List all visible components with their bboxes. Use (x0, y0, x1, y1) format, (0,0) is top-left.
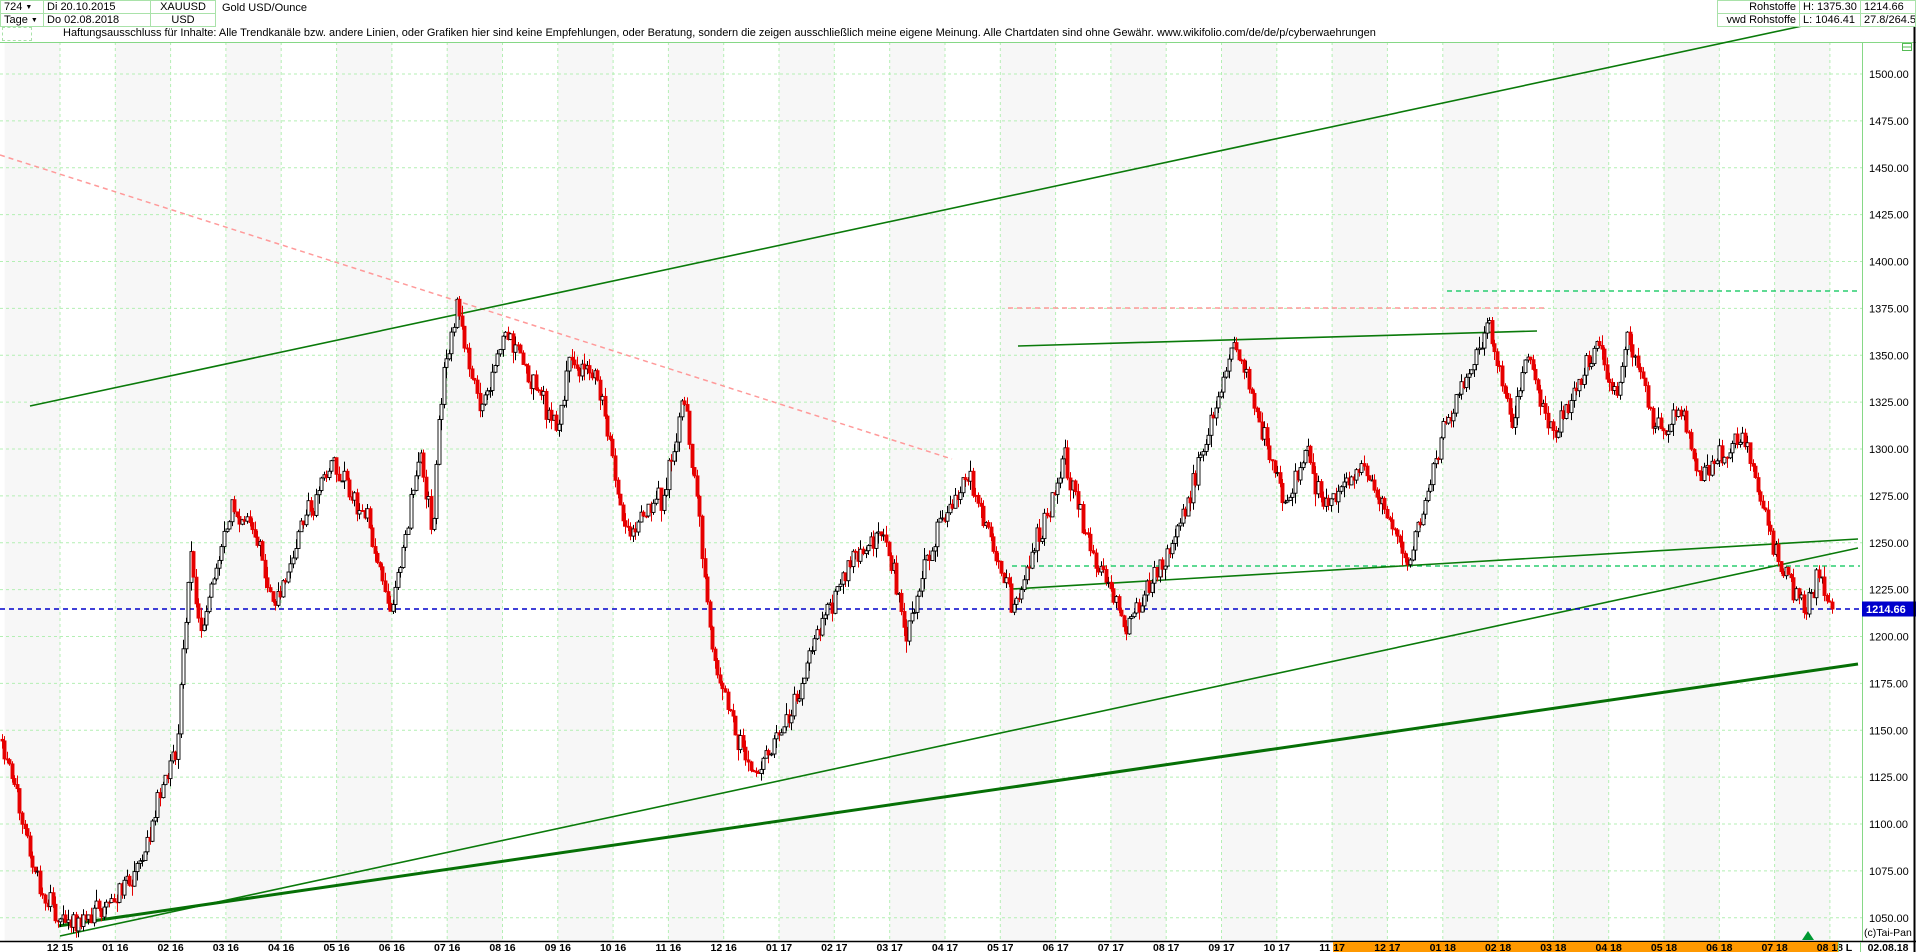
svg-text:1050.00: 1050.00 (1869, 913, 1909, 925)
svg-text:06 16: 06 16 (379, 942, 405, 952)
svg-text:04 17: 04 17 (932, 942, 958, 952)
svg-text:1500.00: 1500.00 (1869, 69, 1909, 81)
svg-text:12 17: 12 17 (1374, 942, 1400, 952)
svg-text:03 17: 03 17 (877, 942, 903, 952)
svg-text:1175.00: 1175.00 (1869, 678, 1908, 690)
svg-text:06 17: 06 17 (1042, 942, 1068, 952)
svg-text:06 18: 06 18 (1706, 942, 1732, 952)
svg-text:1275.00: 1275.00 (1869, 491, 1909, 503)
period-count-value: 724 (4, 1, 23, 13)
svg-text:1475.00: 1475.00 (1869, 116, 1909, 128)
svg-text:1425.00: 1425.00 (1869, 210, 1909, 222)
symbol-field[interactable]: XAUUSD (150, 0, 216, 14)
svg-text:1214.66: 1214.66 (1866, 604, 1906, 616)
svg-text:1100.00: 1100.00 (1869, 819, 1908, 831)
svg-text:08 17: 08 17 (1153, 942, 1179, 952)
svg-text:10 17: 10 17 (1264, 942, 1290, 952)
svg-text:1200.00: 1200.00 (1869, 632, 1909, 644)
svg-text:11 17: 11 17 (1319, 942, 1345, 952)
svg-text:1250.00: 1250.00 (1869, 538, 1909, 550)
disclaimer-text: Haftungsausschluss für Inhalte: Alle Tre… (63, 27, 1376, 39)
svg-text:1225.00: 1225.00 (1869, 585, 1909, 597)
svg-text:07 17: 07 17 (1098, 942, 1124, 952)
svg-text:05 16: 05 16 (323, 942, 349, 952)
svg-text:12 16: 12 16 (711, 942, 737, 952)
instrument-title: Gold USD/Ounce (222, 2, 307, 14)
svg-text:08 18: 08 18 (1817, 942, 1843, 952)
last-price-header: 1214.66 (1860, 0, 1916, 14)
chevron-down-icon: ▼ (25, 4, 33, 11)
svg-text:1075.00: 1075.00 (1869, 866, 1909, 878)
period-low-label: L: 1046.41 (1799, 13, 1861, 27)
feed-label: vwd Rohstoffe (1717, 13, 1800, 27)
svg-text:07 18: 07 18 (1761, 942, 1787, 952)
svg-text:01 18: 01 18 (1430, 942, 1456, 952)
svg-text:12 15: 12 15 (47, 942, 73, 952)
svg-text:1150.00: 1150.00 (1869, 725, 1908, 737)
svg-text:02 16: 02 16 (157, 942, 183, 952)
period-high-label: H: 1375.30 (1799, 0, 1861, 14)
svg-text:1375.00: 1375.00 (1869, 303, 1909, 315)
taipan-chart-window: 1500.00 1475.00 1450.00 1425.00 1400.00 1375.… (0, 0, 1916, 952)
svg-text:03 16: 03 16 (213, 942, 239, 952)
svg-text:04 18: 04 18 (1596, 942, 1622, 952)
svg-text:1300.00: 1300.00 (1869, 444, 1909, 456)
last-price-tag: 1214.66 (1862, 601, 1916, 617)
group-label: Rohstoffe (1717, 0, 1800, 14)
last-bar-marker-label: L (1846, 942, 1853, 952)
svg-text:1450.00: 1450.00 (1869, 163, 1909, 175)
svg-text:02 17: 02 17 (821, 942, 847, 952)
empty-header-cell (2, 27, 32, 41)
svg-text:1400.00: 1400.00 (1869, 257, 1909, 269)
period-unit-dropdown[interactable]: Tage ▼ (0, 13, 44, 27)
period-count-dropdown[interactable]: 724 ▼ (0, 0, 44, 14)
svg-text:03 18: 03 18 (1540, 942, 1566, 952)
svg-text:11 16: 11 16 (656, 942, 682, 952)
date-to-field[interactable]: Do 02.08.2018 (43, 13, 151, 27)
chart-background (0, 0, 1916, 952)
svg-text:02 18: 02 18 (1485, 942, 1511, 952)
svg-text:1125.00: 1125.00 (1869, 772, 1908, 784)
svg-text:04 16: 04 16 (268, 942, 294, 952)
svg-text:01 16: 01 16 (102, 942, 128, 952)
svg-text:07 16: 07 16 (434, 942, 460, 952)
svg-text:09 16: 09 16 (545, 942, 571, 952)
currency-field: USD (150, 13, 216, 27)
svg-text:05 18: 05 18 (1651, 942, 1677, 952)
svg-text:08 16: 08 16 (489, 942, 515, 952)
svg-text:10 16: 10 16 (600, 942, 626, 952)
copyright-label: (c)Tai-Pan (1864, 927, 1912, 939)
chevron-down-icon: ▼ (30, 17, 38, 24)
svg-text:1350.00: 1350.00 (1869, 350, 1909, 362)
range-info: 27.8/264.5 (1860, 13, 1916, 27)
svg-text:1325.00: 1325.00 (1869, 397, 1909, 409)
svg-text:05 17: 05 17 (987, 942, 1013, 952)
last-date-label: 02.08.18 (1868, 942, 1909, 952)
candlestick-chart-canvas[interactable]: 1500.00 1475.00 1450.00 1425.00 1400.00 1375.… (0, 0, 1916, 952)
period-unit-value: Tage (4, 14, 28, 26)
svg-text:01 17: 01 17 (766, 942, 792, 952)
date-from-field[interactable]: Di 20.10.2015 (43, 0, 151, 14)
month-shading-bands (4, 42, 1830, 941)
svg-text:09 17: 09 17 (1208, 942, 1234, 952)
